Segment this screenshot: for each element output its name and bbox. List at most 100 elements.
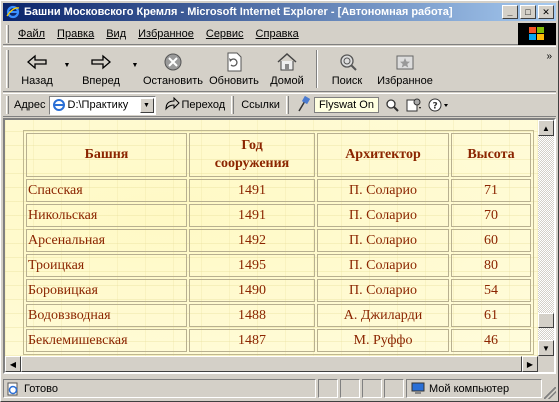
browser-window: Башни Московского Кремля - Microsoft Int… xyxy=(0,0,559,402)
table-row: Арсенальная 1492 П. Соларио 60 xyxy=(26,229,531,252)
toolbar-grip[interactable] xyxy=(6,50,9,88)
menu-tools[interactable]: Сервис xyxy=(200,28,250,40)
cell-year: 1487 xyxy=(189,329,315,352)
links-button[interactable]: Ссылки xyxy=(241,99,280,111)
back-dropdown-icon[interactable]: ▼ xyxy=(62,62,72,69)
menu-bar: Файл Правка Вид Избранное Сервис Справка xyxy=(3,23,556,45)
cell-tower: Водовзводная xyxy=(26,304,187,327)
flyswat-toolbar[interactable]: Flyswat On xyxy=(296,95,379,115)
table-header-row: Башня Год сооружения Архитектор Высота xyxy=(26,133,531,177)
scroll-left-button[interactable]: ◀ xyxy=(5,356,21,372)
back-button[interactable]: Назад xyxy=(12,48,62,90)
page-done-icon xyxy=(6,382,20,396)
menu-view[interactable]: Вид xyxy=(100,28,132,40)
refresh-button[interactable]: Обновить xyxy=(206,48,262,90)
cell-tower: Арсенальная xyxy=(26,229,187,252)
refresh-icon xyxy=(222,51,246,73)
cell-height: 80 xyxy=(451,254,531,277)
vertical-scrollbar[interactable]: ▲ ▼ xyxy=(538,120,554,356)
menu-grip[interactable] xyxy=(6,24,9,43)
toolbar-separator xyxy=(316,50,318,88)
arrow-left-icon: ◀ xyxy=(9,359,17,369)
status-panel-3 xyxy=(362,379,382,398)
address-label: Адрес xyxy=(14,99,46,111)
flyswat-grip[interactable] xyxy=(285,96,289,114)
address-dropdown-button[interactable]: ▼ xyxy=(139,97,154,113)
cell-architect: П. Соларио xyxy=(317,204,449,227)
cell-architect: П. Соларио xyxy=(317,179,449,202)
cell-height: 70 xyxy=(451,204,531,227)
cell-architect: А. Джиларди xyxy=(317,304,449,327)
chevron-more-icon[interactable]: » xyxy=(546,51,552,62)
search-button[interactable]: Поиск xyxy=(322,48,372,90)
scroll-up-button[interactable]: ▲ xyxy=(538,120,554,136)
minimize-button[interactable]: _ xyxy=(502,5,518,19)
close-icon: ✕ xyxy=(542,6,550,17)
cell-year: 1488 xyxy=(189,304,315,327)
menu-favorites[interactable]: Избранное xyxy=(132,28,200,40)
vertical-scroll-thumb[interactable] xyxy=(538,313,554,328)
favorites-icon xyxy=(393,51,417,73)
menu-help[interactable]: Справка xyxy=(250,28,305,40)
help-icon[interactable]: ? xyxy=(427,96,451,114)
cell-tower: Троицкая xyxy=(26,254,187,277)
forward-button[interactable]: Вперед xyxy=(72,48,130,90)
resize-grip[interactable] xyxy=(544,387,556,399)
menu-file[interactable]: Файл xyxy=(12,28,51,40)
links-grip[interactable] xyxy=(231,96,235,114)
header-year: Год сооружения xyxy=(189,133,315,177)
scrollbar-corner xyxy=(538,356,554,372)
windows-logo-icon xyxy=(518,23,556,45)
arrow-right-icon: ▶ xyxy=(526,359,534,369)
status-panel-1 xyxy=(318,379,338,398)
menu-edit[interactable]: Правка xyxy=(51,28,100,40)
cell-year: 1495 xyxy=(189,254,315,277)
back-arrow-icon xyxy=(25,51,49,73)
cell-architect: П. Соларио xyxy=(317,279,449,302)
stop-button[interactable]: Остановить xyxy=(140,48,206,90)
cell-year: 1492 xyxy=(189,229,315,252)
status-text: Готово xyxy=(24,382,58,395)
flyswat-toggle[interactable]: Flyswat On xyxy=(313,97,379,113)
horizontal-scrollbar[interactable]: ◀ ▶ xyxy=(5,356,538,372)
address-input[interactable]: D:\Практику ▼ xyxy=(48,95,156,115)
cell-height: 54 xyxy=(451,279,531,302)
cell-tower: Беклемишевская xyxy=(26,329,187,352)
table-row: Никольская 1491 П. Соларио 70 xyxy=(26,204,531,227)
standard-toolbar: Назад ▼ Вперед ▼ Остановить Обновить Дом… xyxy=(3,46,556,92)
go-label: Переход xyxy=(181,99,226,111)
home-button[interactable]: Домой xyxy=(262,48,312,90)
maximize-button[interactable]: □ xyxy=(520,5,536,19)
scroll-down-button[interactable]: ▼ xyxy=(538,340,554,356)
cell-tower: Никольская xyxy=(26,204,187,227)
home-icon xyxy=(275,51,299,73)
flyswat-options-icon[interactable] xyxy=(405,96,423,114)
search-icon xyxy=(335,51,359,73)
page-content[interactable]: Башня Год сооружения Архитектор Высота С… xyxy=(5,120,538,356)
scroll-right-button[interactable]: ▶ xyxy=(522,356,538,372)
table-row: Боровицкая 1490 П. Соларио 54 xyxy=(26,279,531,302)
cell-year: 1490 xyxy=(189,279,315,302)
table-row: Троицкая 1495 П. Соларио 80 xyxy=(26,254,531,277)
cell-architect: П. Соларио xyxy=(317,254,449,277)
stop-icon xyxy=(161,51,185,73)
flyswat-search-icon[interactable] xyxy=(383,96,401,114)
status-panel-4 xyxy=(384,379,404,398)
go-button[interactable]: Переход xyxy=(164,96,226,114)
horizontal-scroll-thumb[interactable] xyxy=(21,356,522,372)
title-bar[interactable]: Башни Московского Кремля - Microsoft Int… xyxy=(3,3,556,21)
table-row: Спасская 1491 П. Соларио 71 xyxy=(26,179,531,202)
address-value: D:\Практику xyxy=(67,99,129,111)
cell-height: 61 xyxy=(451,304,531,327)
cell-architect: П. Соларио xyxy=(317,229,449,252)
table-row: Беклемишевская 1487 М. Руффо 46 xyxy=(26,329,531,352)
status-panel-2 xyxy=(340,379,360,398)
cell-height: 60 xyxy=(451,229,531,252)
close-button[interactable]: ✕ xyxy=(538,5,554,19)
address-grip[interactable] xyxy=(6,96,9,114)
forward-dropdown-icon[interactable]: ▼ xyxy=(130,62,140,69)
favorites-button[interactable]: Избранное xyxy=(372,48,438,90)
cell-architect: М. Руффо xyxy=(317,329,449,352)
cell-tower: Спасская xyxy=(26,179,187,202)
chevron-down-icon: ▼ xyxy=(143,101,150,109)
